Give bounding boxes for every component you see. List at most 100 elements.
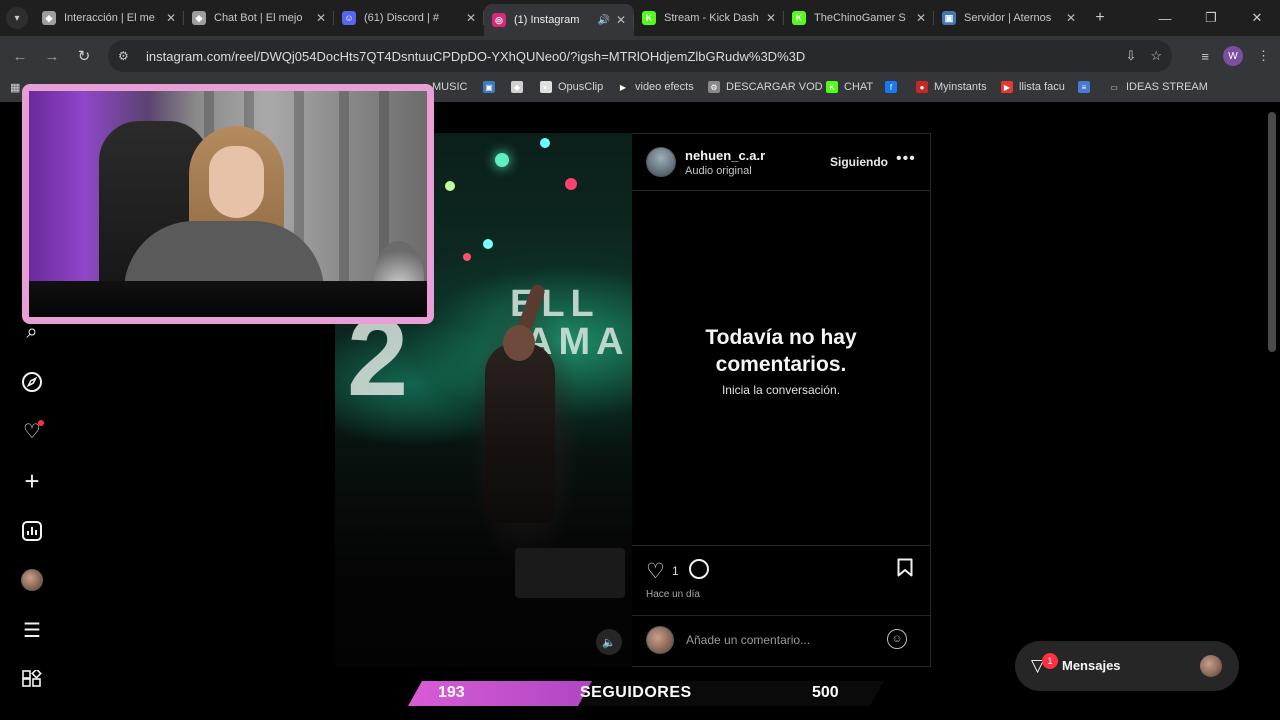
no-comments-subtitle: Inicia la conversación.	[721, 383, 841, 397]
comment-icon[interactable]	[689, 559, 709, 579]
stage-light	[540, 138, 550, 148]
dashboard-icon[interactable]	[20, 519, 44, 543]
create-icon[interactable]: +	[20, 466, 44, 496]
more-options-icon[interactable]: •••	[896, 150, 916, 168]
tab-close-icon[interactable]: ✕	[466, 11, 476, 25]
site-info-icon[interactable]: ⚙	[118, 49, 136, 63]
menu-icon[interactable]: ☰	[20, 618, 44, 642]
close-window-button[interactable]: ✕	[1234, 0, 1280, 36]
bookmark-label: IDEAS STREAM	[1126, 81, 1208, 93]
no-comments-title-line2: comentarios.	[715, 353, 847, 376]
messages-button[interactable]: ▽ 1 Mensajes	[1015, 641, 1239, 691]
notifications-heart-icon[interactable]: ♡	[20, 419, 44, 443]
browser-tab[interactable]: ◎ (1) Instagram 🔊 ✕	[484, 4, 634, 36]
bookmark-label: OpusClip	[558, 81, 604, 93]
bookmark-star-icon[interactable]: ☆	[1150, 48, 1162, 64]
kick-icon: K	[792, 11, 806, 25]
bookmark-label: llista facu	[1019, 81, 1065, 93]
video-icon: ▶	[617, 81, 629, 93]
tab-title: Stream - Kick Dash	[664, 12, 759, 24]
bookmark-item[interactable]: ◆	[511, 81, 529, 93]
myinstants-icon: ●	[916, 81, 928, 93]
bookmark-item[interactable]: ▭ IDEAS STREAM	[1108, 81, 1208, 93]
bookmark-label: Myinstants	[934, 81, 987, 93]
post-actions: ♡ 1 Hace un día	[632, 545, 930, 615]
address-bar[interactable]: ⚙ instagram.com/reel/DWQj054DocHts7QT4Ds…	[108, 40, 1172, 72]
browser-tab[interactable]: K Stream - Kick Dash ✕	[634, 0, 784, 36]
author-username[interactable]: nehuen_c.a.r	[685, 148, 765, 163]
browser-toolbar: ← → ↻ ⚙ instagram.com/reel/DWQj054DocHts…	[0, 36, 1280, 76]
instagram-icon: ◎	[492, 13, 506, 27]
tab-close-icon[interactable]: ✕	[1066, 11, 1076, 25]
no-comments-title-line1: Todavía no hay	[705, 326, 857, 349]
followers-current: 193	[438, 684, 465, 701]
save-bookmark-icon[interactable]	[897, 558, 913, 582]
bookmark-item[interactable]: ▶ video efects	[617, 81, 694, 93]
browser-tab-strip: ▾ ◆ Interacción | El me ✕ ◆ Chat Bot | El me…	[0, 0, 1280, 36]
bookmark-item[interactable]: ▶ llista facu	[1001, 81, 1065, 93]
like-count[interactable]: 1	[672, 564, 679, 578]
profile-icon[interactable]	[20, 568, 44, 592]
following-button[interactable]: Siguiendo	[830, 155, 888, 169]
tab-close-icon[interactable]: ✕	[766, 11, 776, 25]
tab-title: Interacción | El me	[64, 12, 155, 24]
reload-button[interactable]: ↻	[68, 47, 100, 65]
diamond-icon: ◆	[511, 81, 523, 93]
comment-input[interactable]: Añade un comentario...	[686, 633, 810, 647]
bookmark-item[interactable]: ▣	[483, 81, 501, 93]
bookmark-label: video efects	[635, 81, 694, 93]
follower-goal-bar: 193 SEGUIDORES 500	[408, 681, 884, 706]
bookmark-item[interactable]: ≡	[1078, 81, 1096, 93]
diamond-icon: ◆	[42, 11, 56, 25]
discord-icon: ☺	[342, 11, 356, 25]
page-scrollbar[interactable]	[1268, 112, 1276, 352]
messages-unread-badge: 1	[1042, 653, 1058, 669]
like-heart-icon[interactable]: ♡	[646, 559, 665, 584]
forward-button[interactable]: →	[36, 48, 68, 65]
minimize-button[interactable]: —	[1142, 0, 1188, 36]
browser-tab[interactable]: ☺ (61) Discord | # ✕	[334, 0, 484, 36]
tab-close-icon[interactable]: ✕	[616, 13, 626, 27]
install-app-icon[interactable]: ⇩	[1125, 48, 1136, 64]
no-comments-title: Todavía no hay comentarios.	[632, 324, 930, 378]
browser-tab[interactable]: K TheChinoGamer S ✕	[784, 0, 934, 36]
back-button[interactable]: ←	[4, 48, 36, 65]
new-tab-button[interactable]: +	[1088, 9, 1112, 27]
browser-tab[interactable]: ◆ Chat Bot | El mejo ✕	[184, 0, 334, 36]
browser-tab[interactable]: ◆ Interacción | El me ✕	[34, 0, 184, 36]
stage-light	[495, 153, 509, 167]
tab-audio-icon[interactable]: 🔊	[597, 15, 609, 26]
explore-icon[interactable]	[20, 370, 44, 394]
bookmark-item[interactable]: f	[885, 81, 903, 93]
tab-close-icon[interactable]: ✕	[916, 11, 926, 25]
more-icon[interactable]	[20, 668, 44, 692]
tab-close-icon[interactable]: ✕	[166, 11, 176, 25]
bookmark-item[interactable]: ◐ OpusClip	[540, 81, 603, 93]
bookmark-item[interactable]: K CHAT	[826, 81, 873, 93]
stage-light	[445, 181, 455, 191]
apps-icon[interactable]: ▦	[10, 81, 20, 94]
facebook-icon: f	[885, 81, 897, 93]
gear-icon: ⚙	[708, 81, 720, 93]
kick-icon: K	[826, 81, 838, 93]
audio-toggle-button[interactable]: 🔈	[596, 629, 622, 655]
browser-tab[interactable]: ▣ Servidor | Aternos ✕	[934, 0, 1084, 36]
window-controls: — ❐ ✕	[1142, 0, 1280, 36]
bookmark-label: DESCARGAR VOD	[726, 81, 823, 93]
messages-avatar	[1200, 655, 1222, 677]
tab-search-button[interactable]: ▾	[6, 7, 28, 29]
emoji-icon[interactable]: ☺	[887, 629, 907, 649]
restore-button[interactable]: ❐	[1188, 0, 1234, 36]
bookmark-item[interactable]: ⚙ DESCARGAR VOD	[708, 81, 823, 93]
followers-label: SEGUIDORES	[580, 684, 692, 701]
singer-figure	[485, 343, 555, 523]
browser-menu-icon[interactable]: ⋮	[1257, 48, 1270, 64]
media-control-icon[interactable]: ≡	[1201, 49, 1209, 64]
audio-label[interactable]: Audio original	[685, 165, 752, 177]
author-avatar[interactable]	[646, 147, 676, 177]
tab-close-icon[interactable]: ✕	[316, 11, 326, 25]
bookmark-item[interactable]: ● Myinstants	[916, 81, 987, 93]
url-text[interactable]: instagram.com/reel/DWQj054DocHts7QT4Dsnt…	[146, 49, 805, 64]
profile-avatar[interactable]: W	[1223, 46, 1243, 66]
notification-dot	[38, 420, 44, 426]
